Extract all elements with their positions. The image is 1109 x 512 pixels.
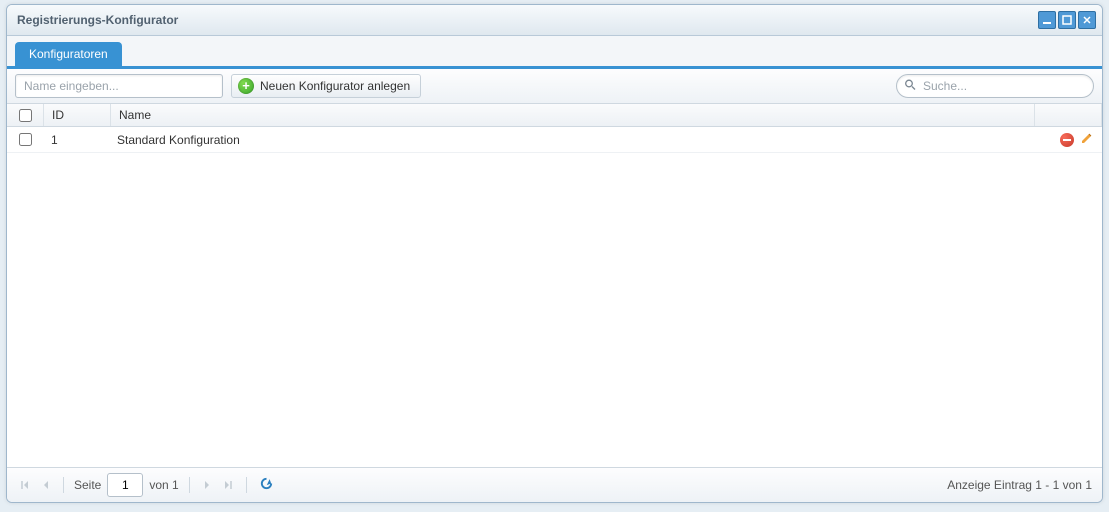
first-page-icon: [19, 479, 31, 491]
pager-summary: Anzeige Eintrag 1 - 1 von 1: [947, 478, 1092, 492]
header-checkbox-col: [7, 104, 44, 126]
grid-header: ID Name: [7, 104, 1102, 127]
page-label: Seite: [74, 478, 101, 492]
pager-separator: [246, 477, 247, 493]
add-configurator-label: Neuen Konfigurator anlegen: [260, 79, 410, 93]
maximize-button[interactable]: [1058, 11, 1076, 29]
delete-icon[interactable]: [1060, 133, 1074, 147]
grid-body: 1 Standard Konfiguration: [7, 127, 1102, 467]
row-name: Standard Konfiguration: [109, 127, 1036, 152]
close-icon: [1082, 15, 1092, 25]
prev-page-button[interactable]: [39, 479, 53, 491]
search-icon: [904, 79, 916, 94]
row-checkbox-col: [7, 127, 43, 152]
window-controls: [1038, 11, 1096, 29]
refresh-icon: [259, 476, 274, 491]
page-input[interactable]: [107, 473, 143, 497]
edit-icon[interactable]: [1080, 131, 1094, 148]
refresh-button[interactable]: [259, 476, 274, 494]
add-configurator-button[interactable]: + Neuen Konfigurator anlegen: [231, 74, 421, 98]
header-actions: [1035, 104, 1102, 126]
tab-bar: Konfiguratoren: [7, 36, 1102, 69]
search-input[interactable]: [896, 74, 1094, 98]
header-name[interactable]: Name: [111, 104, 1035, 126]
toolbar: + Neuen Konfigurator anlegen: [7, 69, 1102, 104]
minimize-icon: [1042, 15, 1052, 25]
table-row[interactable]: 1 Standard Konfiguration: [7, 127, 1102, 153]
tab-konfiguratoren[interactable]: Konfiguratoren: [15, 42, 122, 66]
select-all-checkbox[interactable]: [19, 109, 32, 122]
next-page-button[interactable]: [200, 479, 214, 491]
window-title: Registrierungs-Konfigurator: [17, 13, 1038, 27]
last-page-button[interactable]: [220, 479, 236, 491]
last-page-icon: [222, 479, 234, 491]
pager: Seite von 1 Anzeige Eintrag 1 - 1 von 1: [7, 467, 1102, 502]
close-button[interactable]: [1078, 11, 1096, 29]
row-id: 1: [43, 127, 109, 152]
maximize-icon: [1062, 15, 1072, 25]
first-page-button[interactable]: [17, 479, 33, 491]
row-actions: [1036, 127, 1102, 152]
minimize-button[interactable]: [1038, 11, 1056, 29]
pager-separator: [189, 477, 190, 493]
pager-separator: [63, 477, 64, 493]
titlebar: Registrierungs-Konfigurator: [7, 5, 1102, 36]
search-wrap: [896, 74, 1094, 98]
name-input[interactable]: [15, 74, 223, 98]
window-panel: Registrierungs-Konfigurator Konfigurator…: [6, 4, 1103, 503]
header-id[interactable]: ID: [44, 104, 111, 126]
row-checkbox[interactable]: [19, 133, 32, 146]
plus-icon: +: [238, 78, 254, 94]
page-of-label: von 1: [149, 478, 178, 492]
prev-page-icon: [41, 479, 51, 491]
next-page-icon: [202, 479, 212, 491]
